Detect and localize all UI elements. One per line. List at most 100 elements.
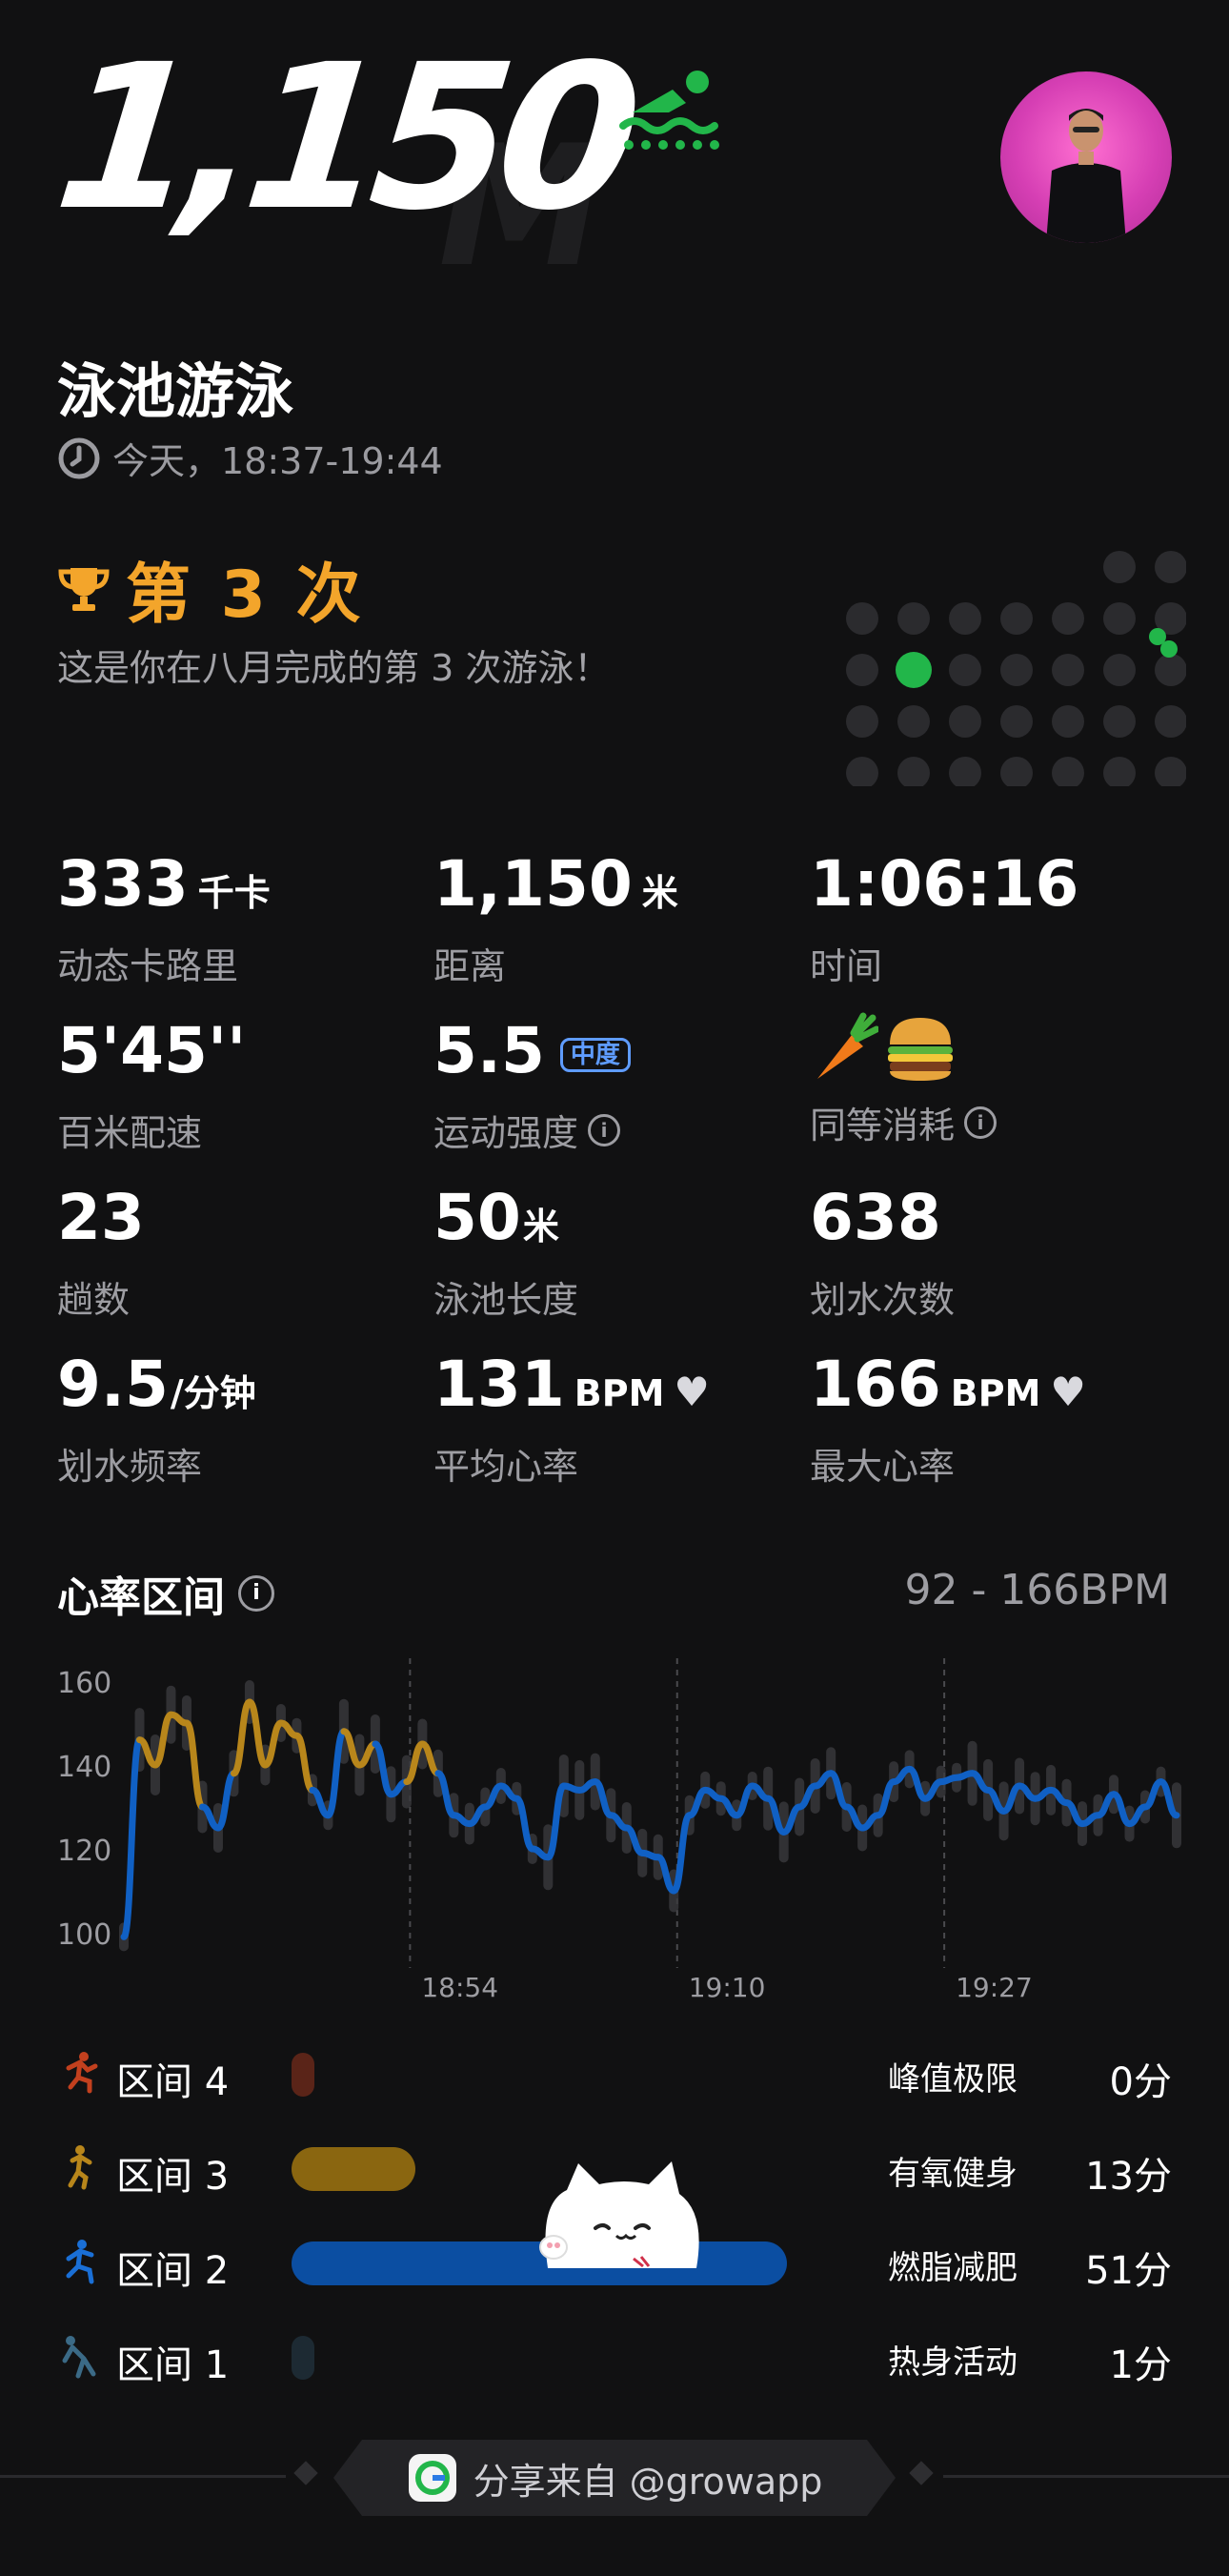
share-footer[interactable]: 分享来自 @growapp — [333, 2440, 896, 2516]
workout-time: 今天，18:37-19:44 — [112, 440, 443, 482]
zone-label: 区间 3 — [116, 2155, 230, 2199]
intensity-badge: 中度 — [559, 1038, 631, 1072]
heart-rate-info-icon[interactable]: i — [238, 1575, 274, 1612]
zone-duration-bar — [292, 2336, 314, 2380]
footer-diamond-left — [293, 2461, 318, 2485]
max-hr-unit: BPM — [950, 1372, 1041, 1414]
trophy-icon — [58, 567, 110, 611]
strokes-label: 划水次数 — [810, 1279, 956, 1321]
calendar-day-dot — [1000, 705, 1033, 738]
pace-value: 5'45'' — [57, 1014, 247, 1087]
hr-line-segment — [120, 1736, 143, 1940]
calendar-day-dot — [1155, 551, 1186, 583]
pace-label: 百米配速 — [57, 1112, 203, 1154]
max-hr-value: 166 — [810, 1348, 941, 1421]
calendar-day-dot — [897, 757, 930, 786]
x-tick-label: 18:54 — [421, 1972, 498, 2003]
hr-line-segment — [513, 1795, 536, 1853]
pool-length-unit: 米 — [522, 1206, 559, 1247]
cat-sticker — [539, 2161, 699, 2268]
calendar-day-dot — [846, 654, 878, 686]
footer-diamond-right — [909, 2461, 934, 2485]
laps-value: 23 — [57, 1181, 145, 1254]
share-footer-text: 分享来自 @growapp — [473, 2460, 823, 2503]
stat-strokes: 638 划水次数 — [810, 1187, 955, 1323]
laps-label: 趟数 — [57, 1279, 131, 1321]
calories-value: 333 — [57, 847, 189, 921]
hr-line-segment — [261, 1719, 285, 1769]
stat-duration: 1:06:16 时间 — [810, 853, 1078, 989]
distance-unit: 米 — [641, 872, 678, 914]
calendar-day-dot — [846, 757, 878, 786]
clock-icon — [58, 437, 100, 478]
hr-line-segment — [246, 1698, 269, 1769]
stat-distance: 1,150 米 距离 — [433, 853, 678, 989]
swimming-icon — [619, 71, 719, 150]
stat-avg-hr: 131 BPM ♥ 平均心率 — [433, 1353, 710, 1490]
pool-length-label: 泳池长度 — [433, 1279, 579, 1321]
avatar[interactable] — [1000, 71, 1172, 243]
calendar-day-dot — [1103, 654, 1136, 686]
stat-pace: 5'45'' 百米配速 — [57, 1020, 246, 1156]
calendar-day-dot — [1052, 757, 1084, 786]
zone-minutes: 0分 — [1109, 2060, 1172, 2104]
heart-rate-chart: 160 140 120 100 18:54 19:10 19:27 — [57, 1658, 1181, 2003]
calendar-day-dot — [1155, 757, 1186, 786]
calendar-day-dot — [1052, 602, 1084, 635]
hr-line-segment — [670, 1812, 694, 1895]
calendar-day-dot — [1160, 640, 1178, 658]
x-tick-label: 19:10 — [689, 1972, 766, 2003]
hr-line-segment — [230, 1698, 253, 1777]
stat-laps: 23 趟数 — [57, 1187, 145, 1323]
stat-calories: 333 千卡 动态卡路里 — [57, 853, 271, 989]
distance-value: 1,150 — [433, 847, 633, 921]
monthly-calendar-dots — [846, 551, 1186, 786]
runner-zone3-icon — [68, 2145, 92, 2190]
runner-zone2-icon — [66, 2240, 94, 2284]
calendar-day-dot — [1000, 602, 1033, 635]
calendar-day-dot — [1103, 551, 1136, 583]
calendar-day-dot — [1103, 602, 1136, 635]
stat-max-hr: 166 BPM ♥ 最大心率 — [810, 1353, 1086, 1490]
stroke-rate-unit: /分钟 — [170, 1372, 256, 1414]
zone-row: 区间 1 热身活动 1分 — [57, 2324, 1172, 2391]
duration-label: 时间 — [810, 945, 883, 987]
rank-row: 第 3 次 — [57, 541, 365, 636]
equivalent-label: 同等消耗 — [810, 1105, 956, 1146]
growapp-logo-icon — [408, 2454, 456, 2502]
calendar-day-dot — [949, 705, 981, 738]
zone-name: 燃脂减肥 — [888, 2249, 1017, 2287]
zone-minutes: 13分 — [1085, 2155, 1172, 2199]
hr-line-segment — [214, 1770, 237, 1832]
burger-icon — [888, 1018, 953, 1081]
zone-name: 有氧健身 — [888, 2155, 1017, 2193]
calendar-day-dot — [949, 654, 981, 686]
calendar-day-dot — [1155, 705, 1186, 738]
stat-pool-length: 50 米 泳池长度 — [433, 1187, 578, 1323]
y-tick-label: 120 — [57, 1835, 111, 1868]
carrot-icon — [817, 1012, 878, 1079]
stat-equivalent: 同等消耗 i — [810, 1012, 997, 1148]
rank-description: 这是你在八月完成的第 3 次游泳！ — [57, 647, 611, 689]
hr-line-segment — [292, 1732, 316, 1794]
calendar-day-dot — [1000, 654, 1033, 686]
calendar-day-dot — [1155, 654, 1186, 686]
rank-label: 第 3 次 — [126, 558, 365, 633]
calendar-day-dot — [1103, 757, 1136, 786]
zone-label: 区间 1 — [116, 2343, 230, 2387]
intensity-value: 5.5 — [433, 1014, 545, 1087]
calendar-day-dot — [897, 602, 930, 635]
strokes-value: 638 — [810, 1181, 941, 1254]
y-tick-label: 160 — [57, 1667, 111, 1700]
zone-minutes: 51分 — [1085, 2249, 1172, 2293]
intensity-info-icon[interactable]: i — [588, 1113, 621, 1146]
zone-name: 热身活动 — [888, 2343, 1017, 2382]
calendar-day-dot — [896, 652, 932, 688]
calories-unit: 千卡 — [197, 872, 271, 914]
zone-name: 峰值极限 — [888, 2060, 1017, 2099]
stat-stroke-rate: 9.5/分钟 划水频率 — [57, 1353, 256, 1490]
equivalent-info-icon[interactable]: i — [964, 1105, 997, 1139]
calendar-day-dot — [846, 705, 878, 738]
workout-time-row: 今天，18:37-19:44 — [57, 432, 443, 484]
stretch-zone1-icon — [62, 2336, 96, 2379]
